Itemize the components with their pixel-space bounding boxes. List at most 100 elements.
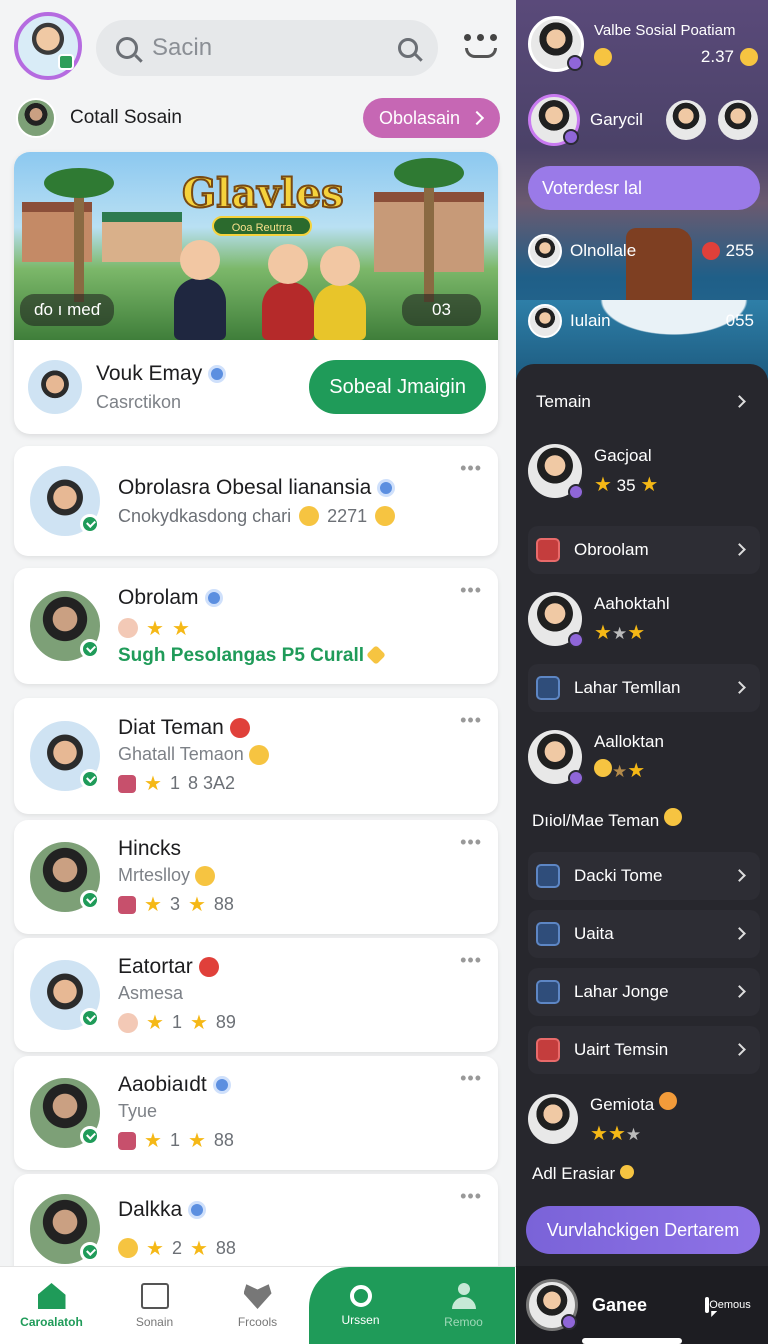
- nav-search[interactable]: Urssen: [309, 1267, 412, 1344]
- search-bar[interactable]: Sacin: [96, 20, 438, 76]
- nav-social[interactable]: Sonain: [103, 1267, 206, 1344]
- side-user-row[interactable]: Garycil: [528, 94, 758, 146]
- side-panel: Valbe Sosial Poatiam 2.37 Garycil Voterd…: [516, 0, 768, 1344]
- friend-card[interactable]: Obrolasra Obesal lianansia Cnokydkasdong…: [14, 446, 498, 556]
- bottom-name: Ganee: [592, 1294, 648, 1315]
- nav-home[interactable]: Caroalatoh: [0, 1267, 103, 1344]
- chevron-right-icon: [733, 869, 746, 882]
- friend-name: Obrolam: [118, 585, 199, 609]
- gem-icon: [366, 645, 387, 666]
- item-count: 055: [725, 311, 754, 330]
- member-avatar[interactable]: [718, 100, 758, 140]
- more-icon[interactable]: [462, 28, 502, 64]
- game-banner[interactable]: Glavles Ooa Reutrra ɗo ı meɗ 03: [14, 152, 498, 340]
- emoji-icon: [195, 866, 216, 887]
- friend-avatar[interactable]: [528, 730, 584, 786]
- palm-illustration: [394, 158, 464, 302]
- add-link[interactable]: Adl Erasiar: [532, 1164, 634, 1184]
- friend-card[interactable]: Diat Teman Ghatall Temaon ★ 1 8 3A2 •••: [14, 698, 498, 814]
- game-logo: Glavles: [181, 169, 345, 218]
- group-action-button[interactable]: Obolasain: [362, 98, 500, 138]
- member-avatar[interactable]: [666, 100, 706, 140]
- cta-button[interactable]: Vurvlahckigen Dertarem: [526, 1206, 760, 1254]
- side-avatar[interactable]: [528, 16, 584, 72]
- friend-card[interactable]: Obrolam ★ ★ Sugh Pesolangas P5 Curall •••: [14, 568, 498, 684]
- menu-item[interactable]: Lahar Jonge: [528, 968, 760, 1016]
- more-icon[interactable]: •••: [460, 951, 482, 969]
- menu-item[interactable]: Lahar Temllan: [528, 664, 760, 712]
- banner-counter[interactable]: 03: [402, 294, 481, 326]
- emoji-icon: [248, 745, 269, 766]
- featured-user-avatar[interactable]: [26, 358, 84, 416]
- emoji-icon: [118, 618, 138, 638]
- menu-item[interactable]: Obroolam: [528, 526, 760, 574]
- star-icon: ★: [625, 1125, 642, 1144]
- featured-user-sub: Casrctikon: [96, 391, 182, 412]
- friend-card[interactable]: Hincks Mrteslloy ★ 3 ★ 88 •••: [14, 820, 498, 934]
- menu-item[interactable]: Uaita: [528, 910, 760, 958]
- friend-entry[interactable]: Aalloktan ★★: [528, 730, 760, 786]
- star-icon: ★: [187, 1130, 206, 1152]
- house-illustration: [102, 212, 182, 262]
- status-badge: [568, 770, 584, 786]
- more-icon[interactable]: •••: [460, 581, 482, 599]
- star-icon: ★: [189, 1237, 208, 1260]
- friend-avatar[interactable]: [28, 719, 102, 793]
- group-avatar[interactable]: [16, 98, 56, 138]
- friend-sub: Tyue: [118, 1101, 158, 1121]
- more-icon[interactable]: •••: [460, 711, 482, 729]
- featured-card[interactable]: Glavles Ooa Reutrra ɗo ı meɗ 03 Vouk Ema…: [14, 152, 498, 434]
- more-icon[interactable]: •••: [460, 1069, 482, 1087]
- bottom-avatar[interactable]: [526, 1279, 578, 1331]
- emoji-icon: [118, 1012, 138, 1033]
- side-profile-row[interactable]: Valbe Sosial Poatiam 2.37: [528, 16, 758, 72]
- friend-meta: 8 3A2: [187, 773, 235, 794]
- search-submit-icon[interactable]: [398, 38, 418, 58]
- friend-avatar[interactable]: [28, 1076, 102, 1150]
- friend-entry[interactable]: Gacjoal ★ 35 ★: [528, 444, 760, 500]
- search-input[interactable]: Sacin: [152, 34, 398, 62]
- palm-illustration: [44, 168, 114, 302]
- chat-button[interactable]: Oemous: [698, 1297, 758, 1313]
- more-icon[interactable]: •••: [460, 833, 482, 851]
- friend-avatar[interactable]: [28, 958, 102, 1032]
- calendar-icon: [536, 676, 560, 700]
- menu-label: Lahar Temllan: [574, 678, 681, 697]
- emoji-icon: [299, 506, 320, 526]
- nav-friends[interactable]: Frcools: [206, 1267, 309, 1344]
- profile-avatar[interactable]: [14, 12, 82, 80]
- more-icon[interactable]: •••: [460, 459, 482, 477]
- main-panel: Sacin Cotall Sosain Obolasain Glavles Oo…: [0, 0, 516, 1344]
- side-list-item[interactable]: Olnollale 255: [528, 234, 754, 268]
- friend-meta: 89: [215, 1012, 236, 1032]
- side-user-avatar[interactable]: [528, 94, 580, 146]
- friend-avatar[interactable]: [528, 1094, 578, 1144]
- status-badge: [563, 129, 579, 145]
- more-icon[interactable]: •••: [460, 1187, 482, 1205]
- friend-card[interactable]: Eatortar Asmesa ★ 1 ★ 89 •••: [14, 938, 498, 1052]
- menu-item[interactable]: Uairt Temsin: [528, 1026, 760, 1074]
- friend-avatar[interactable]: [528, 592, 584, 648]
- friend-avatar[interactable]: [28, 1192, 102, 1266]
- emoji-icon: [198, 957, 219, 977]
- side-list-item[interactable]: Iulain 055: [528, 304, 754, 338]
- friend-name: Aalloktan: [594, 731, 664, 751]
- friend-name: Aaobiaıdt: [118, 1073, 207, 1096]
- join-button[interactable]: Sobeal Jmaigin: [309, 360, 486, 414]
- friend-avatar[interactable]: [28, 589, 102, 663]
- section-header[interactable]: Temain: [528, 378, 760, 426]
- friend-entry[interactable]: Gemiota ★★★: [528, 1092, 760, 1146]
- character-illustration: [174, 240, 226, 340]
- friend-avatar[interactable]: [28, 840, 102, 914]
- nav-profile[interactable]: Remoo: [412, 1267, 515, 1344]
- star-icon: ★: [144, 773, 162, 796]
- search-icon: [349, 1285, 372, 1307]
- friend-avatar[interactable]: [528, 444, 584, 500]
- status-badge: [568, 632, 584, 648]
- verified-icon: [208, 364, 227, 383]
- side-action-button[interactable]: Voterdesr lal: [528, 166, 760, 210]
- friend-avatar[interactable]: [28, 464, 102, 538]
- friend-entry[interactable]: Aahoktahl ★★★: [528, 592, 760, 648]
- friend-card[interactable]: Aaobiaıdt Tyue ★ 1 ★ 88 •••: [14, 1056, 498, 1170]
- menu-item[interactable]: Dacki Tome: [528, 852, 760, 900]
